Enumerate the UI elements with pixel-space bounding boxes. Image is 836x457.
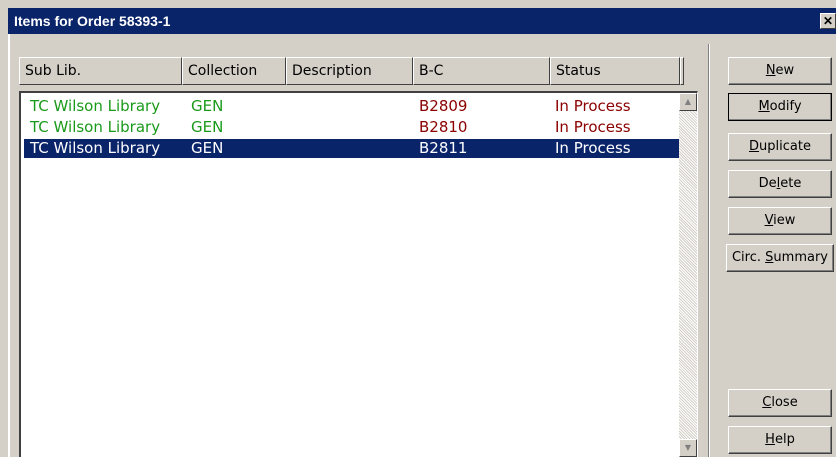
close-label-rest: lose [771,395,798,410]
window-title: Items for Order 58393-1 [14,13,171,29]
panel-divider-highlight [709,44,710,457]
window-titlebar: Items for Order 58393-1 ✕ [8,8,836,34]
table-row-selected[interactable]: TC Wilson Library GEN B2811 In Process [24,139,680,158]
new-button[interactable]: New [728,57,832,85]
modify-button[interactable]: Modify [728,93,832,121]
cell-status: In Process [555,97,631,115]
scroll-up-arrow-icon[interactable]: ▲ [679,93,697,111]
view-button[interactable]: View [728,207,832,235]
cell-collection: GEN [191,118,224,136]
cell-sub-lib: TC Wilson Library [30,118,161,136]
duplicate-mnemonic: D [749,139,760,154]
table-row[interactable]: TC Wilson Library GEN B2810 In Process [24,118,680,137]
view-mnemonic: V [764,213,774,228]
cell-bc: B2811 [419,139,468,157]
new-label-rest: ew [775,63,795,78]
window-frame-left [8,34,10,457]
items-list[interactable]: TC Wilson Library GEN B2809 In Process T… [19,91,698,457]
help-button[interactable]: Help [728,426,832,454]
duplicate-button[interactable]: Duplicate [728,133,832,161]
cell-bc: B2810 [419,118,468,136]
delete-button[interactable]: Delete [728,170,832,198]
column-header-bc[interactable]: B-C [413,57,550,85]
column-header-status[interactable]: Status [550,57,680,85]
view-label-rest: iew [773,213,796,228]
vertical-scrollbar[interactable]: ▲ ▼ [679,93,697,457]
cell-status: In Process [555,118,631,136]
cell-collection: GEN [191,97,224,115]
column-header-sub-lib[interactable]: Sub Lib. [19,57,182,85]
cell-status: In Process [555,139,631,157]
modify-label-rest: odify [769,99,802,114]
close-button[interactable]: Close [728,389,832,417]
circ-summary-button[interactable]: Circ. Summary [726,244,834,272]
duplicate-label-rest: uplicate [759,139,811,154]
column-header-row: Sub Lib. Collection Description B-C Stat… [19,57,684,85]
column-header-filler [680,57,684,85]
modify-mnemonic: M [758,99,770,114]
help-mnemonic: H [765,432,775,447]
cell-sub-lib: TC Wilson Library [30,97,161,115]
circ-summary-label-pre: Circ. [731,250,766,265]
scroll-down-arrow-icon[interactable]: ▼ [679,439,697,457]
column-header-collection[interactable]: Collection [182,57,286,85]
new-mnemonic: N [765,63,776,78]
table-row[interactable]: TC Wilson Library GEN B2809 In Process [24,97,680,116]
cell-bc: B2809 [419,97,468,115]
close-icon[interactable]: ✕ [820,13,836,29]
close-mnemonic: C [762,395,772,410]
delete-label-rest: ete [780,176,802,191]
cell-sub-lib: TC Wilson Library [30,139,161,157]
column-header-description[interactable]: Description [286,57,413,85]
delete-label-pre: De [758,176,777,191]
help-label-rest: elp [774,432,795,447]
circ-summary-label-rest: ummary [773,250,828,265]
cell-collection: GEN [191,139,224,157]
